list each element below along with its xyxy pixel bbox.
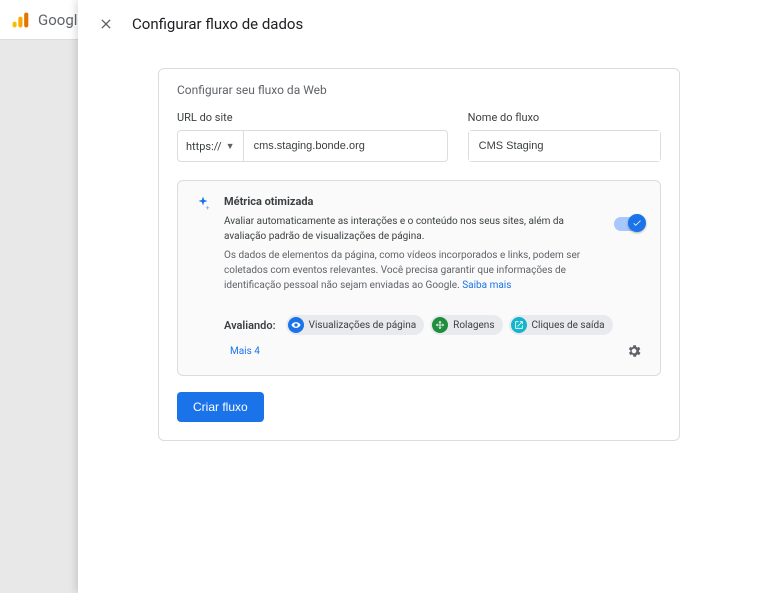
protocol-value: https:// (186, 140, 222, 153)
outbound-icon (511, 317, 527, 333)
learn-more-link[interactable]: Saiba mais (462, 280, 511, 291)
panel-header: Configurar fluxo de dados (78, 0, 760, 48)
section-title: Configurar seu fluxo da Web (177, 83, 327, 97)
ga-logo: Googl (10, 10, 77, 30)
url-field: URL do site https:// ▼ (177, 111, 448, 162)
chip-label: Cliques de saída (532, 320, 605, 331)
brand-text: Googl (38, 11, 77, 29)
card-header-section: Configurar seu fluxo da Web (159, 69, 679, 111)
url-field-label: URL do site (177, 111, 448, 124)
chip-page-views: Visualizações de página (286, 315, 425, 335)
eye-icon (288, 317, 304, 333)
check-icon (632, 218, 642, 228)
fields-row: URL do site https:// ▼ Nome do fluxo (159, 111, 679, 180)
chip-scrolls: Rolagens (430, 315, 502, 335)
create-flow-button[interactable]: Criar fluxo (177, 392, 264, 422)
slide-over-panel: Configurar fluxo de dados Configurar seu… (78, 0, 760, 593)
metric-text: Métrica otimizada Avaliar automaticament… (224, 195, 644, 293)
evaluating-row: Avaliando: Visualizações de página Rolag… (178, 305, 660, 375)
name-field: Nome do fluxo (468, 111, 661, 162)
metric-note: Os dados de elementos da página, como ví… (224, 248, 604, 293)
gear-icon (626, 343, 642, 359)
name-input[interactable] (469, 131, 660, 161)
chip-label: Visualizações de página (309, 320, 417, 331)
chip-outbound-clicks: Cliques de saída (509, 315, 613, 335)
metric-desc: Avaliar automaticamente as interações e … (224, 214, 604, 244)
url-input-group: https:// ▼ (177, 130, 448, 162)
panel-title: Configurar fluxo de dados (132, 15, 303, 33)
close-button[interactable] (94, 12, 118, 36)
sparkle-icon (194, 195, 214, 293)
close-icon (98, 16, 114, 32)
config-card: Configurar seu fluxo da Web URL do site … (158, 68, 680, 441)
settings-button[interactable] (624, 341, 644, 361)
more-chips-link[interactable]: Mais 4 (230, 346, 260, 357)
metric-top: Métrica otimizada Avaliar automaticament… (178, 181, 660, 305)
chip-label: Rolagens (453, 320, 494, 331)
metric-box: Métrica otimizada Avaliar automaticament… (177, 180, 661, 376)
metric-note-text: Os dados de elementos da página, como ví… (224, 250, 580, 291)
metric-toggle[interactable] (614, 217, 644, 231)
metric-heading: Métrica otimizada (224, 195, 604, 208)
panel-content: Configurar seu fluxo da Web URL do site … (78, 48, 760, 461)
protocol-select[interactable]: https:// ▼ (178, 131, 244, 161)
url-input[interactable] (244, 131, 447, 161)
chevron-down-icon: ▼ (226, 141, 235, 152)
name-field-label: Nome do fluxo (468, 111, 661, 124)
evaluating-label: Avaliando: (224, 319, 276, 332)
toggle-knob (628, 214, 646, 232)
scroll-icon (432, 317, 448, 333)
analytics-icon (10, 10, 30, 30)
